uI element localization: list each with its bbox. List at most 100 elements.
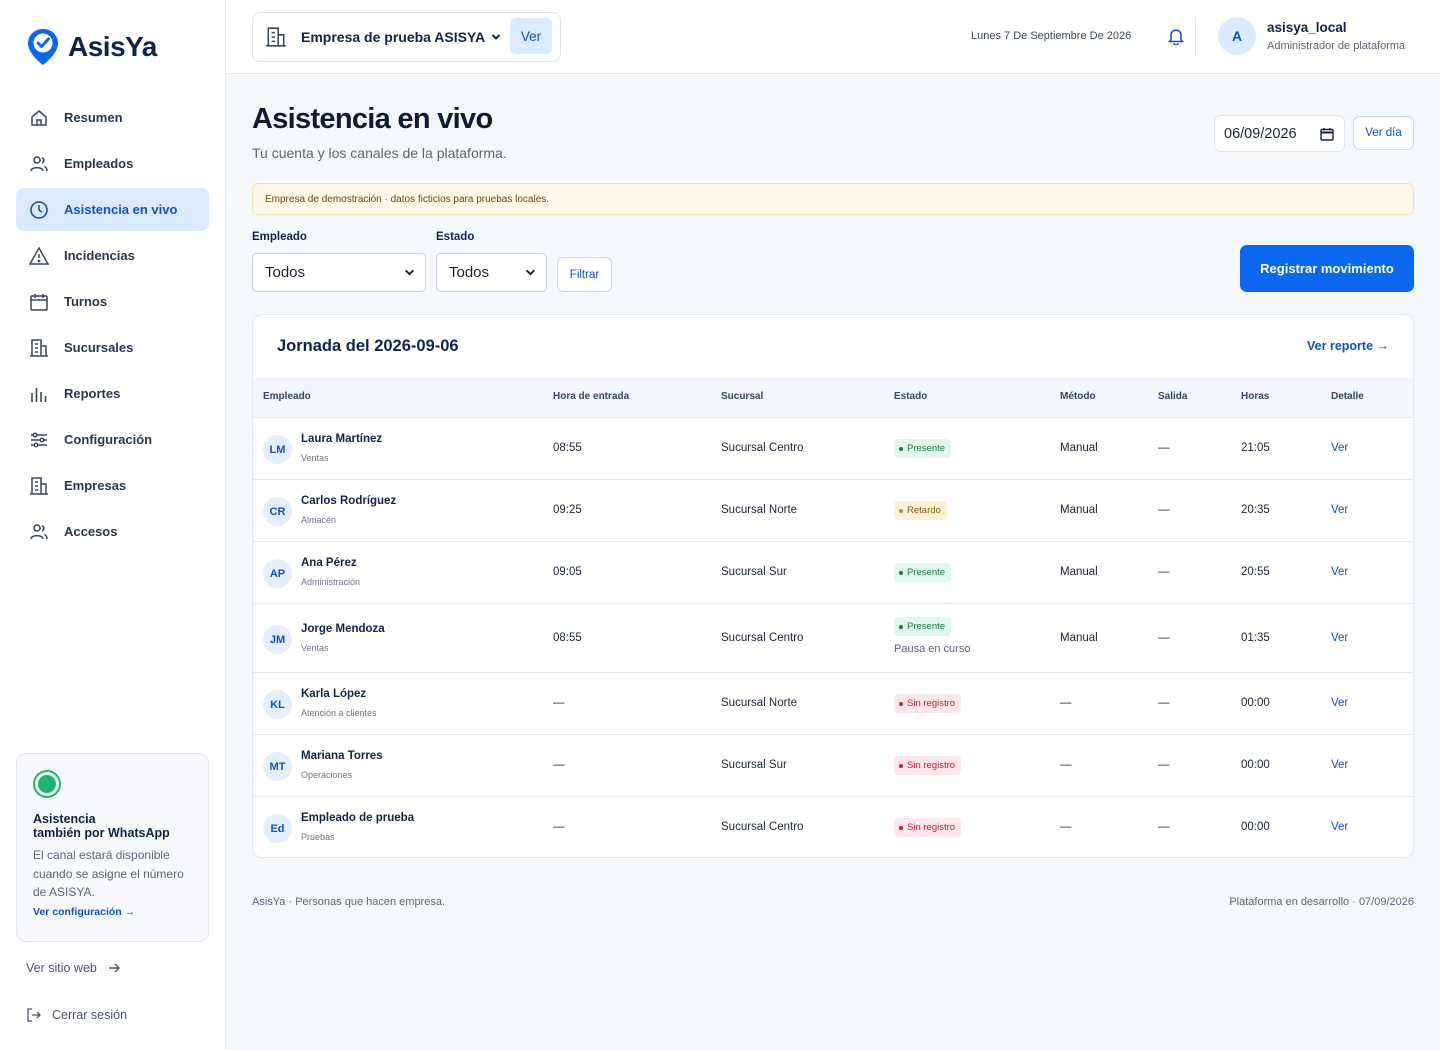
status-dot-icon xyxy=(899,624,903,629)
logo[interactable]: AsisYa xyxy=(26,27,157,67)
method: Manual xyxy=(1060,566,1098,578)
users-icon xyxy=(28,521,50,543)
chevron-down-icon xyxy=(491,34,501,40)
status-label: Sin registro xyxy=(907,698,956,709)
bar-chart-icon xyxy=(28,383,50,405)
sidebar-item-label: Configuración xyxy=(64,432,153,447)
status-filter-select[interactable]: Todos xyxy=(436,253,547,292)
employee-department: Ventas xyxy=(301,453,329,463)
sidebar-item-empresas[interactable]: Empresas xyxy=(16,464,209,507)
status-badge: Sin registro xyxy=(894,694,962,713)
branch: Sucursal Norte xyxy=(721,504,798,516)
employee-avatar: KL xyxy=(263,690,292,719)
row-detail-link[interactable]: Ver xyxy=(1331,821,1348,833)
sidebar-item-incidencias[interactable]: Incidencias xyxy=(16,234,209,277)
hours: 01:35 xyxy=(1241,632,1270,644)
status-dot-icon xyxy=(899,508,903,513)
alert-triangle-icon xyxy=(28,245,50,267)
status-filter-label: Estado xyxy=(436,231,475,243)
company-name: Empresa de prueba ASISYA xyxy=(301,29,486,45)
whatsapp-config-link[interactable]: Ver configuración → xyxy=(33,906,192,918)
row-detail-link[interactable]: Ver xyxy=(1331,759,1348,771)
sidebar: AsisYa Resumen Empleados Asistencia en v… xyxy=(0,0,226,1050)
table-row: JM Jorge Mendoza Ventas 08:55 Sucursal Centr… xyxy=(253,603,1413,672)
status-label: Presente xyxy=(907,621,946,632)
employee-avatar: JM xyxy=(263,625,292,654)
hours: 00:00 xyxy=(1241,821,1270,833)
sidebar-item-label: Accesos xyxy=(64,524,118,539)
row-detail-link[interactable]: Ver xyxy=(1331,566,1348,578)
sidebar-item-label: Turnos xyxy=(64,294,108,309)
status-filter-value: Todos xyxy=(449,264,490,281)
bell-icon[interactable] xyxy=(1168,27,1184,45)
table-row: CR Carlos Rodríguez Almacén 09:25 Sucursal N… xyxy=(253,479,1413,541)
chevron-down-icon xyxy=(404,269,415,276)
status-dot-icon xyxy=(899,763,903,768)
logout-link[interactable]: Cerrar sesión xyxy=(26,1007,127,1023)
exit-time: — xyxy=(1158,759,1170,771)
status-label: Presente xyxy=(907,443,946,454)
sidebar-item-turnos[interactable]: Turnos xyxy=(16,280,209,323)
table-row: MT Mariana Torres Operaciones — Sucursal Sur… xyxy=(253,734,1413,796)
column-header: Salida xyxy=(1158,391,1188,402)
row-detail-link[interactable]: Ver xyxy=(1331,632,1348,644)
branch: Sucursal Norte xyxy=(721,697,798,709)
footer-status: Plataforma en desarrollo · 07/09/2026 xyxy=(1229,896,1414,908)
company-selector[interactable]: Empresa de prueba ASISYA Ver xyxy=(252,12,561,62)
filter-button[interactable]: Filtrar xyxy=(557,257,612,292)
sidebar-item-sucursales[interactable]: Sucursales xyxy=(16,326,209,369)
calendar-icon xyxy=(28,291,50,313)
location-check-icon xyxy=(28,29,58,65)
exit-time: — xyxy=(1158,821,1170,833)
hours: 00:00 xyxy=(1241,697,1270,709)
sidebar-item-empleados[interactable]: Empleados xyxy=(16,142,209,185)
sidebar-item-label: Asistencia en vivo xyxy=(64,202,178,217)
column-header: Detalle xyxy=(1331,391,1364,402)
status-badge: Presente xyxy=(894,563,952,582)
user-role: Administrador de plataforma xyxy=(1267,40,1406,52)
attendance-card: Jornada del 2026-09-06 Ver reporte → Emp… xyxy=(252,314,1414,858)
logout-icon xyxy=(27,1008,41,1022)
avatar[interactable]: A xyxy=(1218,17,1256,55)
sidebar-item-asistencia[interactable]: Asistencia en vivo xyxy=(16,188,209,231)
sidebar-item-label: Sucursales xyxy=(64,340,134,355)
home-icon xyxy=(28,107,50,129)
method: Manual xyxy=(1060,632,1098,644)
method: — xyxy=(1060,697,1072,709)
column-header: Horas xyxy=(1241,391,1270,402)
view-day-button[interactable]: Ver día xyxy=(1353,116,1414,150)
row-detail-link[interactable]: Ver xyxy=(1331,504,1348,516)
column-header: Empleado xyxy=(263,391,311,402)
building-icon xyxy=(266,27,286,47)
sidebar-item-accesos[interactable]: Accesos xyxy=(16,510,209,553)
employee-name: Carlos Rodríguez xyxy=(301,495,397,507)
entry-time: 09:05 xyxy=(553,566,582,578)
whatsapp-text: El canal estará disponible cuando se asi… xyxy=(33,848,184,899)
entry-time: 09:25 xyxy=(553,504,582,516)
company-view-button[interactable]: Ver xyxy=(510,18,552,54)
status-label: Presente xyxy=(907,567,946,578)
row-detail-link[interactable]: Ver xyxy=(1331,442,1348,454)
user-name: asisya_local xyxy=(1267,20,1347,35)
sidebar-item-configuracion[interactable]: Configuración xyxy=(16,418,209,461)
arrow-right-icon xyxy=(108,963,120,973)
date-input[interactable]: 06/09/2026 xyxy=(1214,115,1345,152)
view-report-link[interactable]: Ver reporte → xyxy=(1307,339,1389,353)
method: Manual xyxy=(1060,504,1098,516)
hours: 20:35 xyxy=(1241,504,1270,516)
sidebar-item-label: Resumen xyxy=(64,110,123,125)
status-badge: Sin registro xyxy=(894,818,962,837)
topbar: Empresa de prueba ASISYA Ver Lunes 7 De … xyxy=(226,0,1440,74)
register-movement-button[interactable]: Registrar movimiento xyxy=(1240,245,1414,292)
exit-time: — xyxy=(1158,566,1170,578)
sidebar-item-resumen[interactable]: Resumen xyxy=(16,96,209,139)
sidebar-item-reportes[interactable]: Reportes xyxy=(16,372,209,415)
site-link[interactable]: Ver sitio web xyxy=(26,961,121,975)
building-icon xyxy=(28,337,50,359)
employee-filter-select[interactable]: Todos xyxy=(252,253,426,292)
table-header: Empleado Hora de entrada Sucursal Estado… xyxy=(253,378,1413,417)
sidebar-item-label: Reportes xyxy=(64,386,121,401)
exit-time: — xyxy=(1158,697,1170,709)
employee-department: Atención a clientes xyxy=(301,708,377,718)
row-detail-link[interactable]: Ver xyxy=(1331,697,1348,709)
